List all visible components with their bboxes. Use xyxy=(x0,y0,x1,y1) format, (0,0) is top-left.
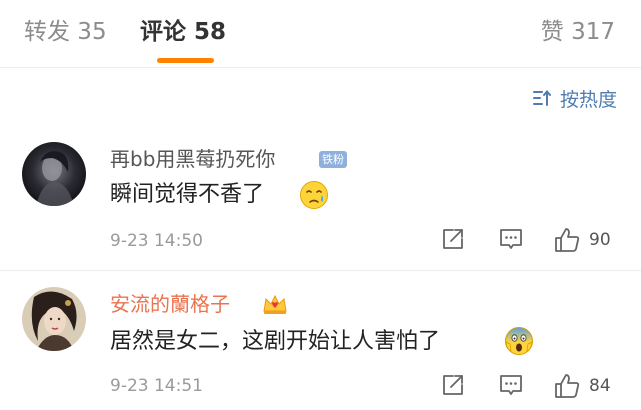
comment-text: 瞬间觉得不香了 xyxy=(110,182,265,207)
crown-icon xyxy=(263,294,287,314)
avatar[interactable] xyxy=(22,142,86,206)
reply-button[interactable] xyxy=(498,372,524,398)
share-icon xyxy=(443,229,463,249)
thumbs-up-icon xyxy=(555,374,580,398)
comment-item: 再bb用黑莓扔死你 铁粉 瞬间觉得不香了 9-23 14:50 90 xyxy=(0,128,641,268)
sort-label: 按热度 xyxy=(559,88,617,111)
avatar[interactable] xyxy=(22,287,86,351)
sad-tear-emoji-icon xyxy=(300,181,328,209)
like-count: 84 xyxy=(589,376,611,396)
like-button[interactable]: 84 xyxy=(553,372,611,400)
username[interactable]: 再bb用黑莓扔死你 xyxy=(110,146,275,172)
comment-time: 9-23 14:51 xyxy=(110,376,203,396)
sort-button[interactable]: 按热度 xyxy=(532,84,617,112)
sort-icon xyxy=(532,89,551,106)
like-button[interactable]: 90 xyxy=(553,226,611,254)
tab-bar: 转发 35 评论 58 赞 317 xyxy=(0,0,641,68)
reply-button[interactable] xyxy=(498,226,524,252)
comment-item: 安流的蘭格子 居然是女二，这剧开始让人害怕了 9-23 14:51 84 xyxy=(0,270,641,410)
tab-comment[interactable]: 评论 58 xyxy=(140,16,226,48)
share-icon xyxy=(443,375,463,395)
comment-icon xyxy=(500,229,522,249)
thumbs-up-icon xyxy=(555,228,580,252)
share-button[interactable] xyxy=(440,372,466,398)
tab-repost[interactable]: 转发 35 xyxy=(24,16,107,48)
share-button[interactable] xyxy=(440,226,466,252)
scream-emoji-icon xyxy=(505,327,533,355)
comment-icon xyxy=(500,375,522,395)
comment-text: 居然是女二，这剧开始让人害怕了 xyxy=(110,329,441,354)
like-count: 90 xyxy=(589,230,611,250)
comment-time: 9-23 14:50 xyxy=(110,231,203,251)
tab-like[interactable]: 赞 317 xyxy=(541,16,615,48)
username[interactable]: 安流的蘭格子 xyxy=(110,291,230,317)
active-tab-indicator xyxy=(157,58,214,63)
fan-badge: 铁粉 xyxy=(319,151,347,168)
